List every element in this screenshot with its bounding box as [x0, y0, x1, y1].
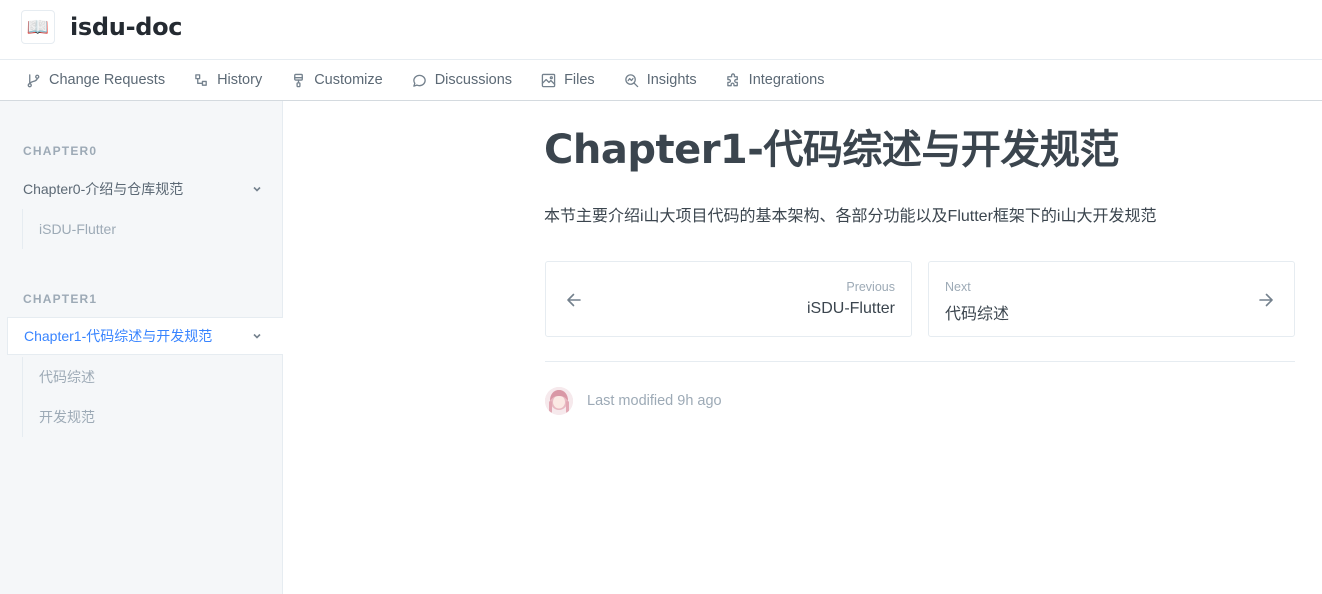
- sidebar-group-label: Chapter0-介绍与仓库规范: [23, 181, 184, 197]
- sidebar-section-title: CHAPTER1: [23, 292, 98, 306]
- next-page-card[interactable]: Next 代码综述: [928, 261, 1295, 337]
- previous-page-card[interactable]: Previous iSDU-Flutter: [545, 261, 912, 337]
- tab-label: Discussions: [434, 72, 513, 88]
- tab-label: Integrations: [748, 72, 825, 88]
- chevron-down-icon[interactable]: [251, 183, 263, 195]
- chevron-down-icon[interactable]: [251, 330, 263, 342]
- chat-bubble-icon: [412, 74, 426, 87]
- tab-change-requests[interactable]: Change Requests: [26, 72, 165, 88]
- top-header: 📖 isdu-doc: [0, 0, 1322, 60]
- sidebar-group-chapter1[interactable]: Chapter1-代码综述与开发规范: [7, 317, 283, 355]
- page-title: Chapter1-代码综述与开发规范: [544, 127, 1119, 173]
- arrow-left-icon: [567, 293, 581, 307]
- last-modified-text: Last modified 9h ago: [587, 393, 722, 409]
- tab-files[interactable]: Files: [541, 72, 595, 88]
- history-icon: [195, 73, 207, 86]
- tab-customize[interactable]: Customize: [291, 72, 383, 88]
- tab-integrations[interactable]: Integrations: [726, 72, 825, 88]
- tab-discussions[interactable]: Discussions: [412, 72, 512, 88]
- sidebar: CHAPTER0 Chapter0-介绍与仓库规范 iSDU-Flutter C…: [0, 101, 283, 594]
- content-divider: [545, 361, 1295, 362]
- site-title[interactable]: isdu-doc: [70, 11, 183, 43]
- previous-title: iSDU-Flutter: [806, 300, 895, 317]
- sidebar-sublist-chapter0: iSDU-Flutter: [22, 209, 116, 249]
- tab-history[interactable]: History: [194, 72, 262, 88]
- page-description: 本节主要介绍i山大项目代码的基本架构、各部分功能以及Flutter框架下的i山大…: [544, 208, 1157, 225]
- tab-label: Customize: [314, 72, 383, 88]
- logo-glyph: 📖: [26, 16, 50, 37]
- sidebar-section-title: CHAPTER0: [23, 144, 98, 158]
- image-file-icon: [541, 73, 556, 87]
- paintbrush-icon: [294, 73, 304, 87]
- next-caption: Next: [945, 280, 971, 294]
- avatar[interactable]: [545, 387, 573, 415]
- previous-caption: Previous: [846, 280, 895, 294]
- branch-icon: [27, 73, 40, 87]
- space-tabs: Change Requests History Customize Discus…: [0, 60, 1322, 101]
- next-title: 代码综述: [945, 306, 1010, 323]
- tab-label: Change Requests: [49, 72, 166, 88]
- sidebar-item-code-overview[interactable]: 代码综述: [23, 357, 95, 397]
- tab-insights[interactable]: Insights: [624, 72, 697, 88]
- avatar-image: [545, 387, 573, 415]
- tab-label: Insights: [646, 72, 697, 88]
- arrow-right-icon: [1259, 293, 1273, 307]
- open-book-icon[interactable]: 📖: [21, 10, 55, 44]
- puzzle-icon: [726, 72, 738, 86]
- sidebar-group-label: Chapter1-代码综述与开发规范: [24, 328, 213, 344]
- sidebar-sublist-chapter1: 代码综述 开发规范: [22, 357, 95, 437]
- sidebar-item-dev-guidelines[interactable]: 开发规范: [23, 397, 95, 437]
- tab-label: Files: [564, 72, 595, 88]
- sidebar-group-chapter0[interactable]: Chapter0-介绍与仓库规范: [7, 170, 283, 208]
- insights-icon: [624, 73, 638, 87]
- tab-label: History: [217, 72, 263, 88]
- sidebar-item-isdu-flutter[interactable]: iSDU-Flutter: [23, 209, 116, 249]
